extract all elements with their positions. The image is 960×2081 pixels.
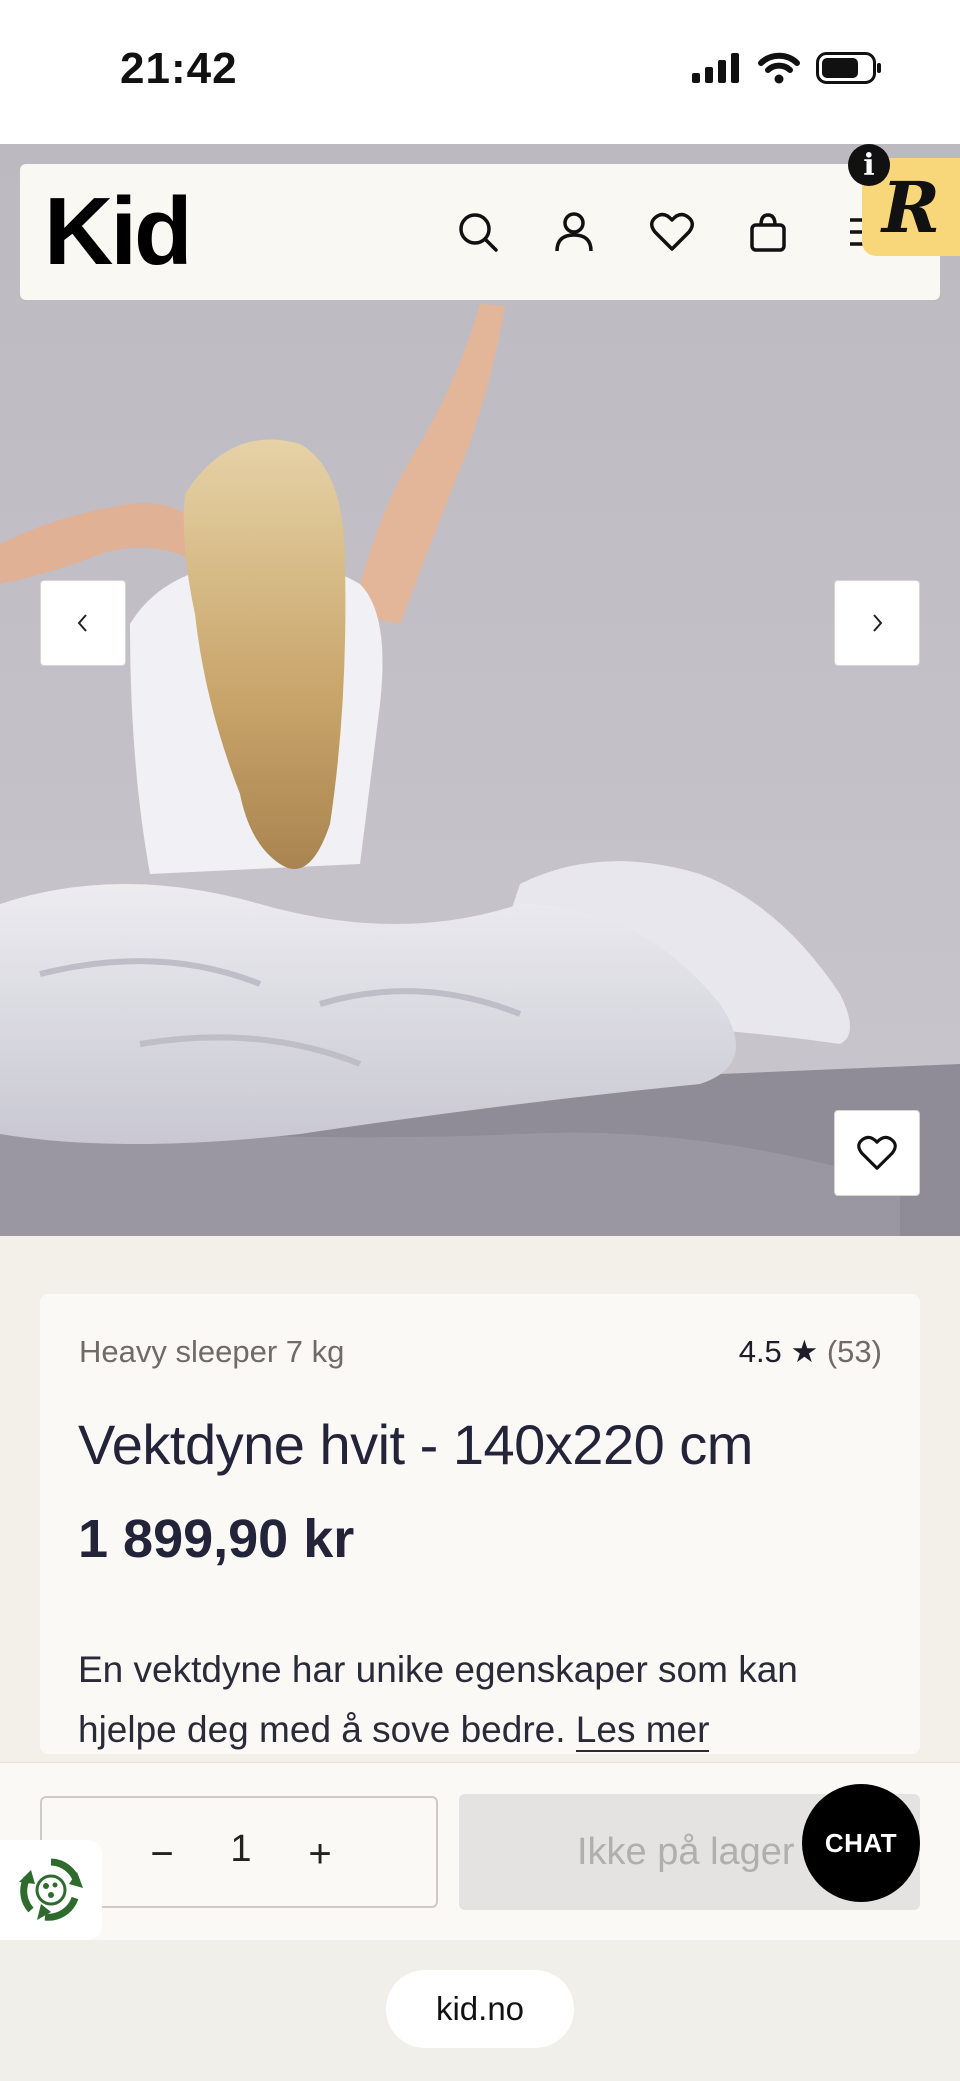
chevron-left-icon <box>77 614 87 632</box>
status-time: 21:42 <box>120 44 238 93</box>
info-icon[interactable]: i <box>848 144 890 186</box>
search-button[interactable] <box>450 204 506 260</box>
wifi-icon <box>758 52 800 84</box>
cart-button[interactable] <box>740 204 796 260</box>
status-icons <box>692 52 882 84</box>
signal-icon <box>692 53 739 83</box>
product-title: Vektdyne hvit - 140x220 cm <box>78 1413 753 1476</box>
read-more-link[interactable]: Les mer <box>575 1709 710 1752</box>
product-image[interactable] <box>0 144 960 1236</box>
kid-logo[interactable]: Kid <box>44 184 193 280</box>
chat-button[interactable]: CHAT <box>802 1784 920 1902</box>
star-icon: ★ <box>790 1334 819 1369</box>
chevron-right-icon <box>873 614 883 632</box>
product-info-card: Heavy sleeper 7 kg 4.5 ★ (53) Vektdyne h… <box>40 1294 920 1754</box>
search-icon <box>459 213 498 252</box>
status-bar: 21:42 <box>0 0 960 144</box>
heart-icon <box>857 1135 897 1170</box>
heart-icon <box>650 212 694 251</box>
recycle-badge[interactable] <box>0 1840 102 1940</box>
bag-icon <box>750 213 786 252</box>
add-to-wishlist-button[interactable] <box>834 1110 920 1196</box>
account-button[interactable] <box>546 204 602 260</box>
carousel-prev-button[interactable] <box>40 580 126 666</box>
account-icon <box>555 212 593 252</box>
quantity-increase-button[interactable]: + <box>292 1826 348 1882</box>
product-variant: Heavy sleeper 7 kg <box>79 1334 345 1369</box>
site-header: Kid <box>20 164 940 300</box>
url-pill[interactable]: kid.no <box>386 1970 574 2048</box>
wishlist-button[interactable] <box>644 204 700 260</box>
recycle-icon <box>19 1858 83 1921</box>
product-rating[interactable]: 4.5 ★ (53) <box>739 1334 882 1370</box>
product-photo <box>0 144 960 1236</box>
product-price: 1 899,90 kr <box>78 1509 355 1569</box>
rating-value: 4.5 <box>738 1334 782 1369</box>
carousel-next-button[interactable] <box>834 580 920 666</box>
battery-icon <box>816 52 881 84</box>
rating-count: (53) <box>826 1334 882 1369</box>
product-description: En vektdyne har unike egenskaper som kan… <box>78 1640 878 1760</box>
